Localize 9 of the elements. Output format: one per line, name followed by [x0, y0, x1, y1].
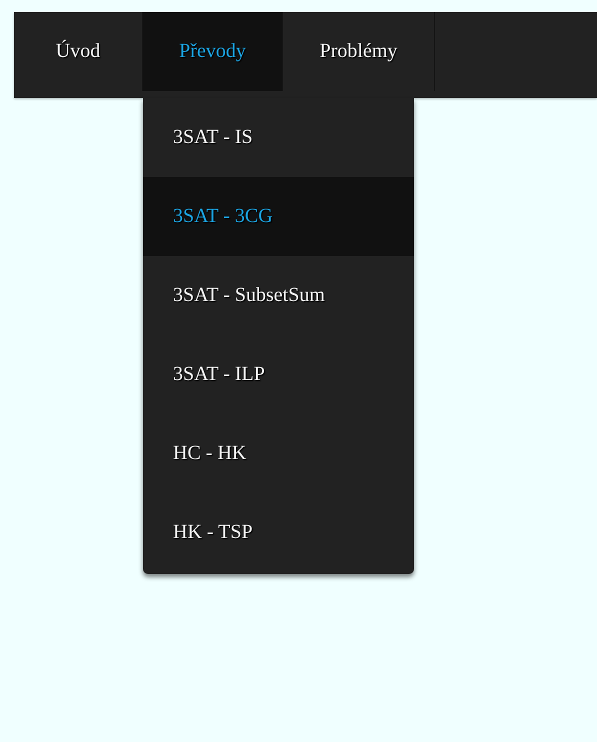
menu-item[interactable]: 3SAT - 3CG — [143, 177, 414, 256]
nav-tab[interactable]: Úvod — [14, 12, 143, 91]
menu-item[interactable]: 3SAT - SubsetSum — [143, 256, 414, 335]
menu-item[interactable]: 3SAT - IS — [143, 98, 414, 177]
nav-tab[interactable]: Převody — [143, 12, 283, 91]
menu-item[interactable]: HK - TSP — [143, 493, 414, 572]
nav-tab[interactable]: Problémy — [283, 12, 435, 91]
menu-item[interactable]: 3SAT - ILP — [143, 335, 414, 414]
menu-item[interactable]: HC - HK — [143, 414, 414, 493]
